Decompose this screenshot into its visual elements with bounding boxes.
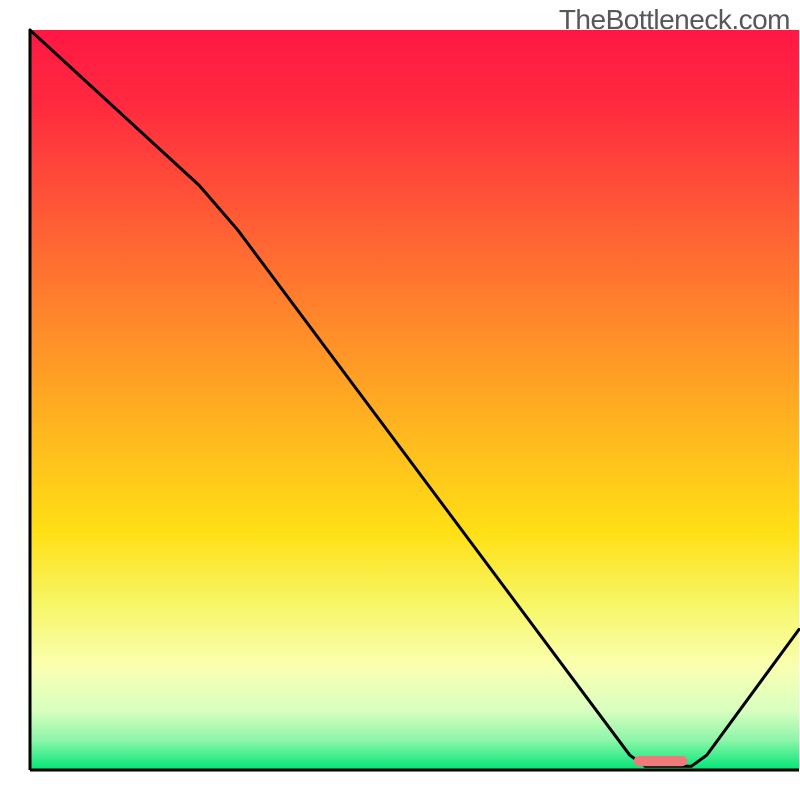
plot-background [30,30,799,770]
optimal-marker [634,756,688,766]
chart-svg [0,0,800,800]
bottleneck-chart: TheBottleneck.com [0,0,800,800]
watermark-text: TheBottleneck.com [559,4,790,36]
